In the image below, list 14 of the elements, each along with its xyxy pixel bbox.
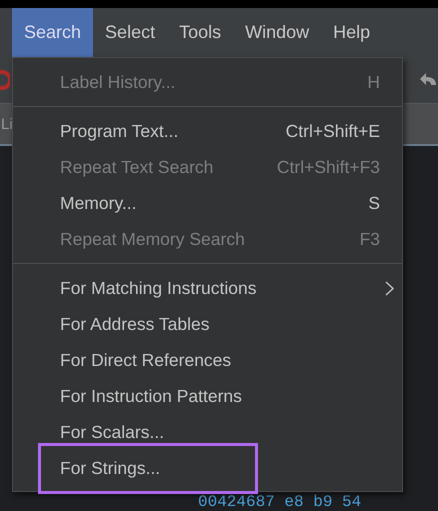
- menu-item[interactable]: For Direct References: [13, 342, 402, 378]
- menu-item[interactable]: For Scalars...: [13, 414, 402, 450]
- menu-item[interactable]: For Strings...: [13, 450, 402, 486]
- menu-item[interactable]: For Address Tables: [13, 306, 402, 342]
- menu-item[interactable]: For Instruction Patterns: [13, 378, 402, 414]
- menu-item[interactable]: Program Text... Ctrl+Shift+E: [13, 113, 402, 149]
- listing-line: 00424687 e8 b9 54: [198, 494, 362, 511]
- menu-bar-item[interactable]: Search: [12, 8, 94, 57]
- menu-bar-item[interactable]: Help: [321, 8, 382, 57]
- menu-bar-item[interactable]: Tools: [167, 8, 234, 57]
- menu-item[interactable]: Memory... S: [13, 185, 402, 221]
- menu-bar-item[interactable]: Select: [93, 8, 168, 57]
- menu-item[interactable]: For Matching Instructions: [13, 270, 402, 306]
- menu-bar-item[interactable]: Window: [233, 8, 322, 57]
